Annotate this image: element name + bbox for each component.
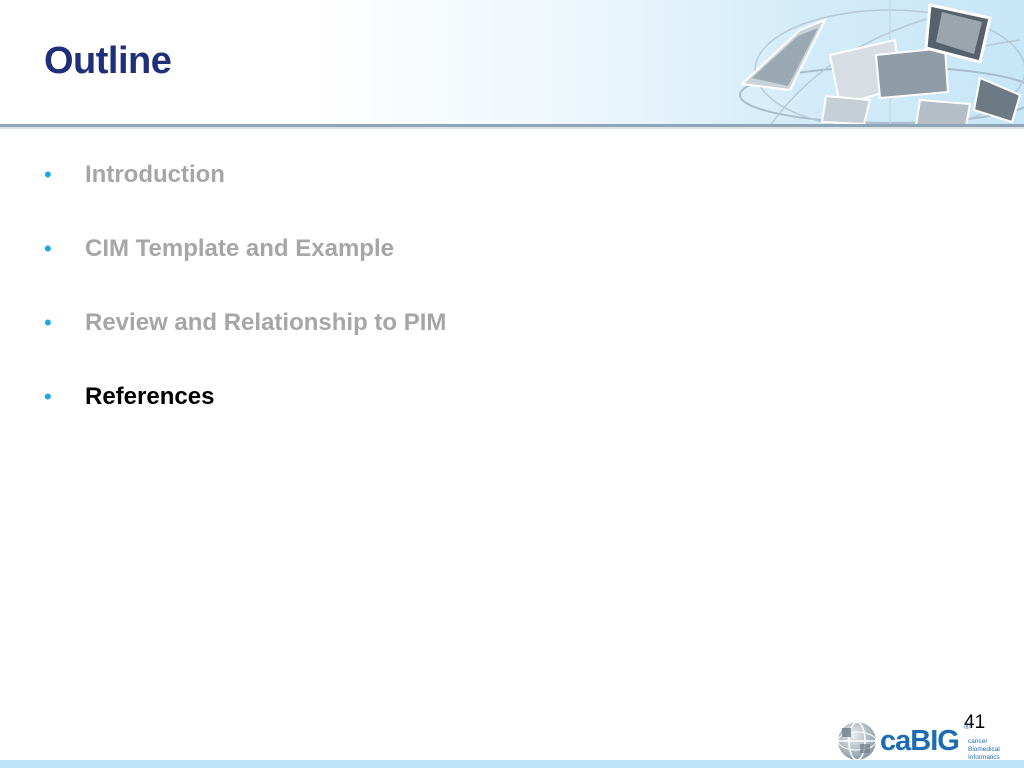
- bullet-icon: •: [44, 384, 52, 409]
- globe-logo-icon: [837, 721, 877, 761]
- footer-band: [0, 760, 1024, 768]
- outline-list: • Introduction • CIM Template and Exampl…: [42, 156, 446, 452]
- outline-item-references: • References: [42, 378, 446, 452]
- globe-image-collage: [739, 0, 1024, 126]
- outline-item-label: Introduction: [85, 161, 225, 188]
- slide: Outline • Introduction • CIM Template an…: [0, 0, 1024, 768]
- slide-title: Outline: [44, 40, 172, 82]
- bullet-icon: •: [44, 236, 52, 261]
- bullet-icon: •: [44, 162, 52, 187]
- outline-item-introduction: • Introduction: [42, 156, 446, 230]
- outline-item-cim-template: • CIM Template and Example: [42, 230, 446, 304]
- outline-item-label-current: References: [85, 383, 215, 410]
- header-divider-highlight: [0, 127, 1024, 129]
- outline-item-label: Review and Relationship to PIM: [85, 309, 447, 336]
- logo-wordmark: caBIG: [880, 725, 960, 757]
- outline-item-label: CIM Template and Example: [85, 235, 394, 262]
- logo-registered-mark: ®: [964, 722, 970, 731]
- cabig-logo: caBIG ® cancer Biomedical Informatics Gr…: [836, 718, 1012, 768]
- outline-item-review: • Review and Relationship to PIM: [42, 304, 446, 378]
- bullet-icon: •: [44, 310, 52, 335]
